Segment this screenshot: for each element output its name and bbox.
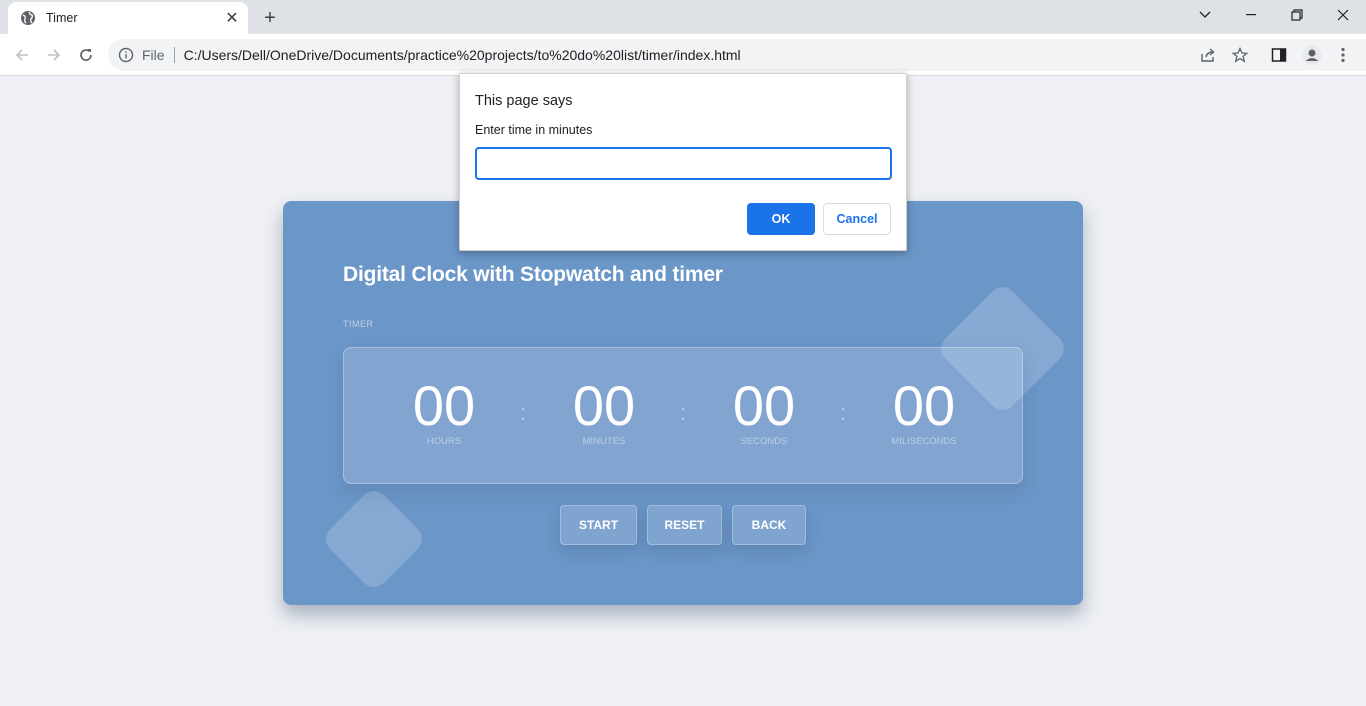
minutes-input[interactable] <box>475 147 892 180</box>
tab-close-icon[interactable]: ✕ <box>222 8 242 28</box>
dialog-message: Enter time in minutes <box>475 123 593 137</box>
file-label: File <box>142 47 165 63</box>
seconds-unit: 00 SECONDS <box>704 374 824 447</box>
back-button[interactable]: BACK <box>732 505 806 545</box>
seconds-value: 00 <box>732 374 796 437</box>
tab-strip: Timer ✕ + <box>0 0 1366 34</box>
browser-toolbar: File C:/Users/Dell/OneDrive/Documents/pr… <box>0 34 1366 76</box>
decorative-diamond <box>320 485 428 593</box>
address-bar[interactable]: File C:/Users/Dell/OneDrive/Documents/pr… <box>108 39 1366 71</box>
timer-card: Digital Clock with Stopwatch and timer T… <box>283 201 1083 605</box>
new-tab-button[interactable]: + <box>258 6 282 30</box>
divider <box>173 47 175 63</box>
milliseconds-value: 00 <box>892 374 956 437</box>
profile-avatar-icon[interactable] <box>1300 43 1324 67</box>
more-menu-icon[interactable] <box>1331 43 1355 67</box>
hours-unit: 00 HOURS <box>384 374 504 447</box>
colon-separator: : <box>520 400 527 425</box>
minutes-label: MINUTES <box>582 436 626 447</box>
start-button[interactable]: START <box>560 505 637 545</box>
globe-icon <box>20 10 36 26</box>
reload-icon[interactable] <box>72 41 100 69</box>
restore-icon[interactable] <box>1274 0 1320 30</box>
url-text[interactable]: C:/Users/Dell/OneDrive/Documents/practic… <box>184 47 741 63</box>
share-icon[interactable] <box>1196 43 1220 67</box>
hours-value: 00 <box>412 374 476 437</box>
bookmark-star-icon[interactable] <box>1228 43 1252 67</box>
reset-button[interactable]: RESET <box>647 505 722 545</box>
ok-button[interactable]: OK <box>747 203 815 235</box>
back-arrow-icon[interactable] <box>8 41 36 69</box>
milliseconds-label: MILISECONDS <box>891 436 957 447</box>
minutes-value: 00 <box>572 374 636 437</box>
seconds-label: SECONDS <box>740 436 788 447</box>
forward-arrow-icon[interactable] <box>40 41 68 69</box>
close-icon[interactable] <box>1320 0 1366 30</box>
tab-title: Timer <box>46 11 78 25</box>
colon-separator: : <box>680 400 687 425</box>
chevron-down-icon[interactable] <box>1182 0 1228 30</box>
milliseconds-unit: 00 MILISECONDS <box>864 374 984 447</box>
minutes-unit: 00 MINUTES <box>544 374 664 447</box>
hours-label: HOURS <box>426 436 462 447</box>
browser-tab[interactable]: Timer ✕ <box>8 2 248 34</box>
side-panel-icon[interactable] <box>1267 43 1291 67</box>
minimize-icon[interactable] <box>1228 0 1274 30</box>
page-title: Digital Clock with Stopwatch and timer <box>343 263 723 286</box>
prompt-dialog: This page says Enter time in minutes OK … <box>459 73 907 251</box>
colon-separator: : <box>840 400 847 425</box>
cancel-button[interactable]: Cancel <box>823 203 891 235</box>
info-icon[interactable] <box>118 47 134 63</box>
section-label: TIMER <box>343 319 374 329</box>
dialog-title: This page says <box>475 93 573 109</box>
timer-display: 00 HOURS : 00 MINUTES : 00 SECONDS : 00 … <box>343 347 1023 484</box>
